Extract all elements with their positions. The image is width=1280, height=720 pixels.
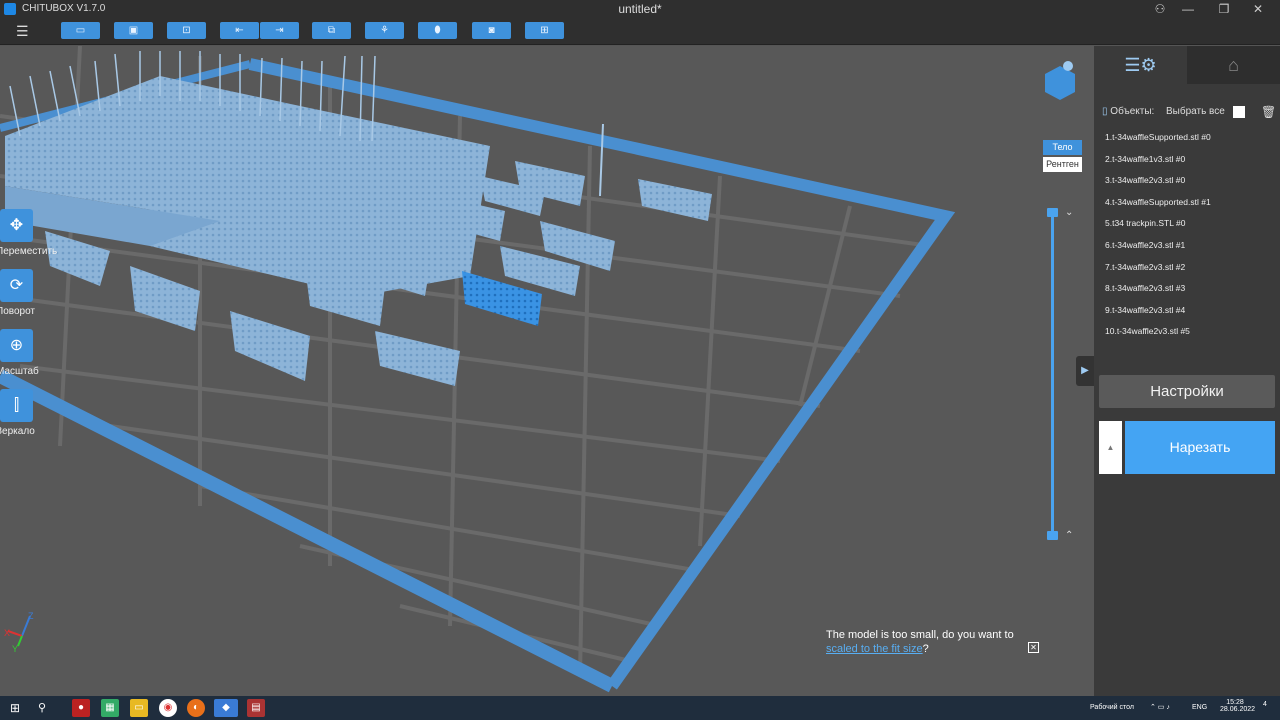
maximize-button[interactable]: ❐ bbox=[1216, 1, 1232, 17]
slice-button[interactable]: Нарезать bbox=[1125, 421, 1275, 474]
desktop-label[interactable]: Рабочий стол bbox=[1090, 704, 1134, 711]
layer-slider-bottom-handle[interactable] bbox=[1047, 531, 1058, 540]
objects-label: Объекты: bbox=[1110, 106, 1155, 117]
trash-icon[interactable]: 🗑 bbox=[1261, 105, 1276, 119]
notification-count: 4 bbox=[1263, 701, 1267, 708]
list-item[interactable]: 8.t-34waffle2v3.stl #3 bbox=[1105, 283, 1211, 305]
close-button[interactable]: ✕ bbox=[1250, 1, 1266, 17]
app-icon-red[interactable]: ● bbox=[72, 699, 90, 717]
scale-notification: The model is too small, do you want to s… bbox=[826, 628, 1014, 656]
tab-objects[interactable]: ☰⚙ bbox=[1094, 46, 1187, 84]
drill-icon[interactable]: ◙ bbox=[472, 22, 511, 39]
objects-header: ▯ Объекты: Выбрать все 🗑 bbox=[1102, 105, 1277, 120]
save-icon[interactable]: ▣ bbox=[114, 22, 153, 39]
list-item[interactable]: 2.t-34waffle1v3.stl #0 bbox=[1105, 154, 1211, 176]
store-icon[interactable]: ▦ bbox=[101, 699, 119, 717]
scale-icon: ⊕ bbox=[9, 337, 24, 354]
export-icon[interactable]: ⇥ bbox=[260, 22, 299, 39]
svg-text:Z: Z bbox=[28, 611, 34, 621]
list-item[interactable]: 1.t-34waffleSupported.stl #0 bbox=[1105, 132, 1211, 154]
hollow-icon[interactable]: ⬮ bbox=[418, 22, 457, 39]
layer-slider-top-handle[interactable] bbox=[1047, 208, 1058, 217]
notification-center-icon[interactable]: 4 bbox=[1258, 701, 1272, 715]
axis-indicator: Z X Y bbox=[4, 611, 34, 654]
mirror-tool-button[interactable]: ⫿ bbox=[0, 389, 33, 422]
view-cube-icon[interactable] bbox=[1045, 61, 1075, 100]
settings-list-icon: ☰⚙ bbox=[1124, 55, 1157, 75]
date: 28.06.2022 bbox=[1220, 706, 1256, 713]
scale-tool-button[interactable]: ⊕ bbox=[0, 329, 33, 362]
open-folder-icon[interactable]: ▭ bbox=[61, 22, 100, 39]
menu-icon[interactable]: ☰ bbox=[16, 24, 30, 38]
list-item[interactable]: 4.t-34waffleSupported.stl #1 bbox=[1105, 197, 1211, 219]
notification-text-after: ? bbox=[922, 643, 929, 655]
xray-view-button[interactable]: Рентген bbox=[1043, 157, 1082, 172]
firefox-icon[interactable]: ◐ bbox=[187, 699, 205, 717]
right-panel: ☰⚙ ⌂ ▯ Объекты: Выбрать все 🗑 1.t-34waff… bbox=[1094, 46, 1280, 696]
toolbar: ☰ ▭ ▣ ⊡ ⇤ ⇥ ⧉ ⚘ ⬮ ◙ ⊞ bbox=[0, 18, 1280, 45]
account-icon[interactable]: ⚇ bbox=[1152, 1, 1168, 17]
time: 15:28 bbox=[1226, 699, 1244, 706]
explorer-icon[interactable]: ▭ bbox=[130, 699, 148, 717]
svg-text:X: X bbox=[4, 628, 10, 638]
scale-fit-link[interactable]: scaled to the fit size bbox=[826, 643, 923, 655]
rotate-tool-label: Поворот bbox=[0, 306, 35, 317]
list-item[interactable]: 3.t-34waffle2v3.stl #0 bbox=[1105, 175, 1211, 197]
move-tool-label: Переместить bbox=[0, 246, 58, 257]
layer-slider[interactable] bbox=[1051, 210, 1054, 536]
support-icon[interactable]: ⚘ bbox=[365, 22, 404, 39]
list-item[interactable]: 10.t-34waffle2v3.stl #5 bbox=[1105, 326, 1211, 348]
body-view-button[interactable]: Тело bbox=[1043, 140, 1082, 155]
select-all-label: Выбрать все bbox=[1166, 106, 1225, 117]
svg-text:Y: Y bbox=[12, 644, 18, 654]
move-icon: ✥ bbox=[9, 217, 24, 234]
mirror-icon: ⫿ bbox=[13, 397, 20, 414]
triangle-up-icon: ▲ bbox=[1106, 443, 1115, 452]
build-plate: Z X Y bbox=[0, 46, 1075, 693]
file-icon: ▯ bbox=[1102, 106, 1108, 117]
language-indicator[interactable]: ENG bbox=[1192, 704, 1207, 711]
chrome-icon[interactable]: ◉ bbox=[159, 699, 177, 717]
objects-list: 1.t-34waffleSupported.stl #0 2.t-34waffl… bbox=[1105, 132, 1211, 348]
notification-text: The model is too small, do you want to bbox=[826, 629, 1014, 641]
list-item[interactable]: 9.t-34waffle2v3.stl #4 bbox=[1105, 305, 1211, 327]
taskbar: ⊞ ⚲ ● ▦ ▭ ◉ ◐ ◆ ▤ Рабочий стол ⌃ ▭ ♪ ENG… bbox=[0, 696, 1280, 720]
search-icon[interactable]: ⚲ bbox=[33, 699, 51, 717]
windows-start-icon[interactable]: ⊞ bbox=[6, 699, 24, 717]
document-title: untitled* bbox=[618, 2, 662, 16]
move-tool-button[interactable]: ✥ bbox=[0, 209, 33, 242]
chitubox-taskbar-icon[interactable]: ◆ bbox=[214, 699, 238, 717]
clock[interactable]: 15:28 28.06.2022 bbox=[1220, 699, 1256, 713]
collapse-panel-button[interactable]: ▶ bbox=[1076, 356, 1094, 386]
list-item[interactable]: 6.t-34waffle2v3.stl #1 bbox=[1105, 240, 1211, 262]
3d-viewport[interactable]: Z X Y bbox=[0, 46, 1094, 696]
library-icon: ⌂ bbox=[1228, 55, 1239, 75]
scale-tool-label: Масштаб bbox=[0, 366, 39, 377]
chevron-up-icon[interactable]: ⌃ bbox=[1065, 530, 1073, 541]
close-icon[interactable]: ✕ bbox=[1028, 642, 1039, 653]
tab-library[interactable]: ⌂ bbox=[1187, 46, 1280, 84]
slice-options-button[interactable]: ▲ bbox=[1099, 421, 1122, 474]
title-bar: CHITUBOX V1.7.0 untitled* ⚇ — ❐ ✕ bbox=[0, 0, 1280, 18]
tray-icons[interactable]: ⌃ ▭ ♪ bbox=[1150, 703, 1170, 711]
list-item[interactable]: 5.t34 trackpin.STL #0 bbox=[1105, 218, 1211, 240]
package-icon[interactable]: ⊞ bbox=[525, 22, 564, 39]
arrange-icon[interactable]: ⇤ bbox=[220, 22, 259, 39]
mirror-tool-label: Зеркало bbox=[0, 426, 35, 437]
import-icon[interactable]: ⊡ bbox=[167, 22, 206, 39]
chevron-down-icon[interactable]: ⌄ bbox=[1065, 207, 1073, 218]
settings-button[interactable]: Настройки bbox=[1099, 375, 1275, 408]
copy-icon[interactable]: ⧉ bbox=[312, 22, 351, 39]
rotate-icon: ⟳ bbox=[9, 277, 24, 294]
minimize-button[interactable]: — bbox=[1180, 1, 1196, 17]
select-all-checkbox[interactable] bbox=[1233, 106, 1245, 118]
list-item[interactable]: 7.t-34waffle2v3.stl #2 bbox=[1105, 262, 1211, 284]
rotate-tool-button[interactable]: ⟳ bbox=[0, 269, 33, 302]
winrar-icon[interactable]: ▤ bbox=[247, 699, 265, 717]
